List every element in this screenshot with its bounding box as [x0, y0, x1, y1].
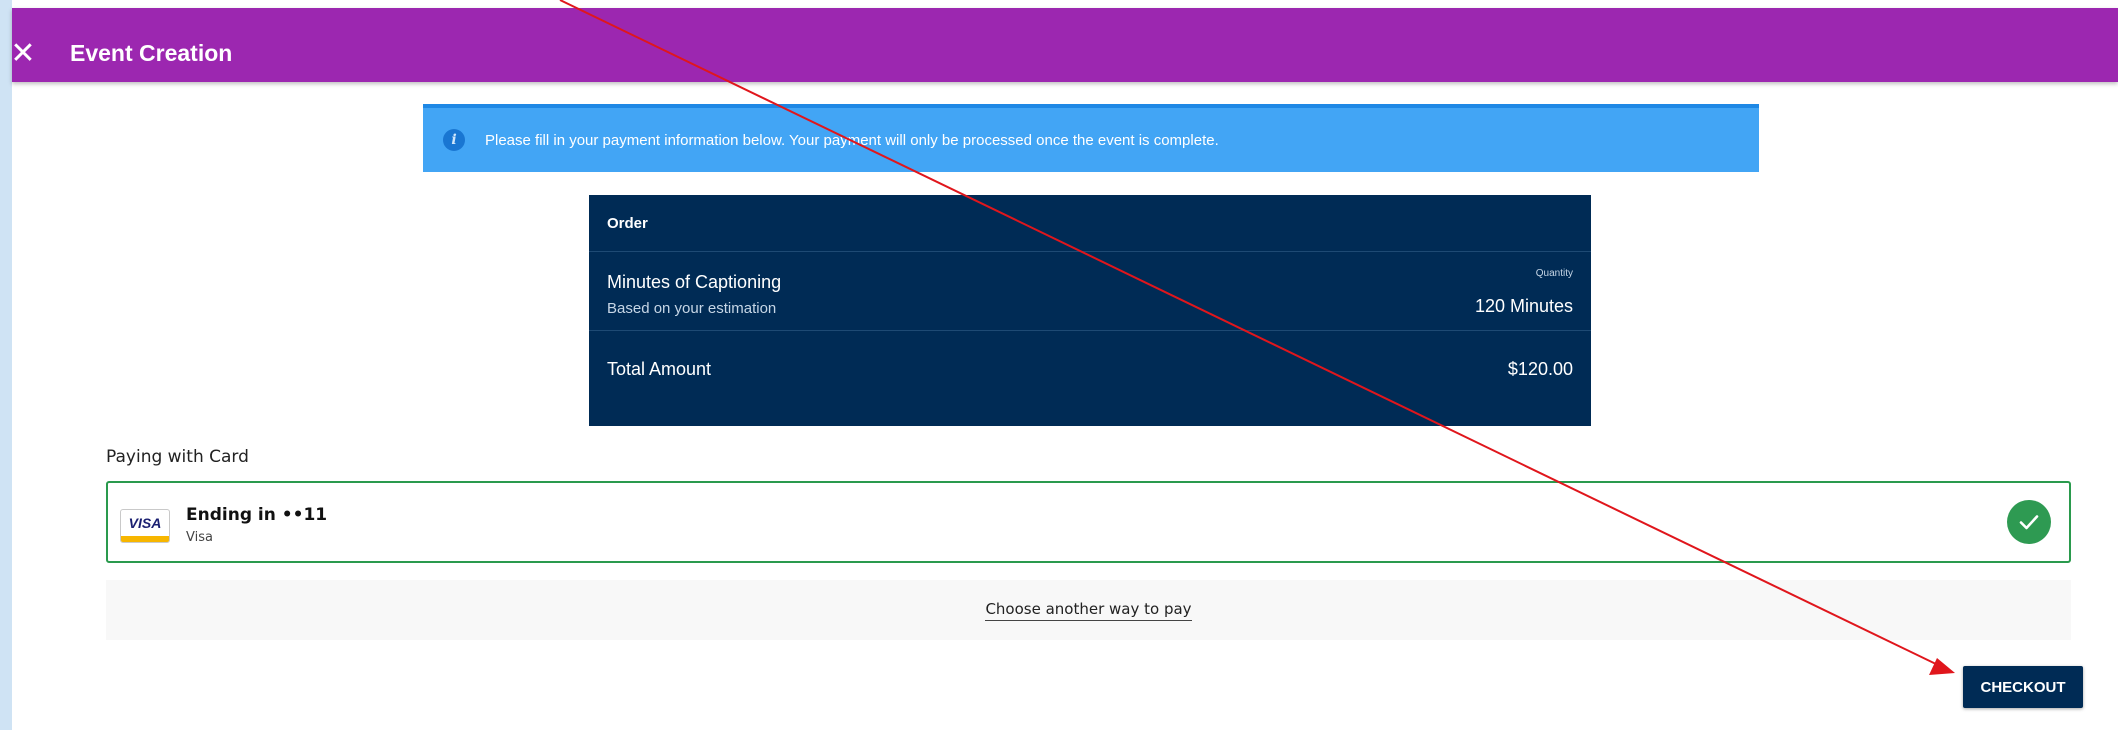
- visa-card-icon: VISA: [120, 509, 170, 543]
- order-heading: Order: [589, 195, 1591, 252]
- quantity-value: 120 Minutes: [1474, 296, 1573, 316]
- visa-logo-text: VISA: [128, 515, 162, 531]
- close-icon[interactable]: ✕: [0, 16, 46, 90]
- event-creation-dialog: ✕ Event Creation i Please fill in your p…: [10, 0, 2118, 730]
- card-title: Ending in ••11: [186, 505, 328, 525]
- card-brand: Visa: [186, 530, 213, 545]
- payment-section-label: Paying with Card: [106, 447, 249, 467]
- other-payment-row: Choose another way to pay: [106, 580, 2071, 640]
- total-label: Total Amount: [607, 359, 712, 379]
- quantity-label: Quantity: [1535, 268, 1573, 279]
- app-header: ✕ Event Creation: [10, 8, 2118, 82]
- selected-card-option[interactable]: VISA Ending in ••11 Visa: [106, 481, 2071, 563]
- checkout-button[interactable]: CHECKOUT: [1963, 666, 2083, 708]
- checkmark-icon: [2007, 500, 2051, 544]
- item-subtitle: Based on your estimation: [607, 300, 777, 317]
- info-banner-text: Please fill in your payment information …: [485, 131, 1219, 149]
- order-summary: Order Minutes of Captioning Based on you…: [589, 195, 1591, 426]
- info-icon: i: [443, 129, 465, 151]
- page-title: Event Creation: [70, 40, 233, 66]
- info-banner: i Please fill in your payment informatio…: [423, 104, 1759, 172]
- item-title: Minutes of Captioning: [607, 272, 782, 292]
- visa-logo-stripe: [121, 536, 169, 542]
- total-value: $120.00: [1507, 359, 1573, 379]
- checkmark-glyph: [2019, 515, 2039, 530]
- order-line-item: Minutes of Captioning Based on your esti…: [589, 252, 1591, 331]
- choose-another-way-link[interactable]: Choose another way to pay: [985, 600, 1192, 621]
- order-total-row: Total Amount $120.00: [589, 331, 1591, 409]
